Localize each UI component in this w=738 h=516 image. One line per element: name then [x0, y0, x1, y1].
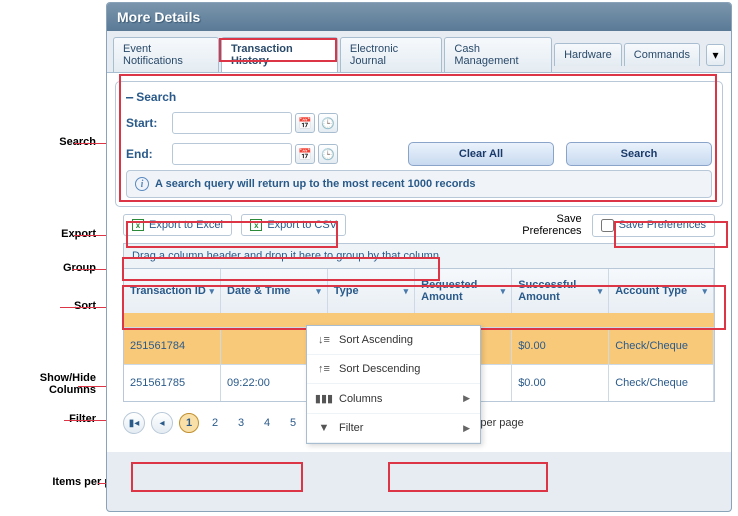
- pager-page-1[interactable]: 1: [179, 413, 199, 433]
- col-label: Type: [334, 285, 359, 297]
- export-excel-label: Export to Excel: [149, 219, 223, 231]
- col-type[interactable]: Type ▾: [328, 269, 415, 313]
- annot-group: Group: [63, 262, 96, 274]
- calendar-icon[interactable]: 📅: [295, 144, 315, 164]
- clock-icon[interactable]: 🕒: [318, 113, 338, 133]
- excel-icon: x: [132, 219, 144, 231]
- annot-sort: Sort: [74, 300, 96, 312]
- menu-label: Columns: [339, 393, 382, 405]
- cell-acct: Check/Cheque: [609, 364, 714, 401]
- search-button[interactable]: Search: [566, 142, 712, 166]
- tab-overflow-button[interactable]: ▾: [706, 44, 725, 66]
- search-legend[interactable]: –Search: [126, 90, 712, 104]
- clear-all-button[interactable]: Clear All: [408, 142, 554, 166]
- chevron-down-icon[interactable]: ▾: [210, 286, 215, 297]
- menu-sort-ascending[interactable]: ↓≡ Sort Ascending: [307, 326, 480, 355]
- chevron-down-icon[interactable]: ▾: [404, 286, 409, 297]
- menu-filter[interactable]: ▼ Filter ▶: [307, 414, 480, 443]
- cell-id: 251561785: [124, 364, 221, 401]
- end-label: End:: [126, 147, 172, 161]
- tab-commands[interactable]: Commands: [624, 43, 700, 66]
- csv-icon: x: [250, 219, 262, 231]
- col-requested-amount[interactable]: Requested Amount▾: [415, 269, 512, 313]
- chevron-down-icon[interactable]: ▾: [598, 286, 603, 297]
- column-menu: ↓≡ Sort Ascending ↑≡ Sort Descending ▮▮▮ Co…: [306, 325, 481, 444]
- col-date-time[interactable]: Date & Time ▾: [221, 269, 328, 313]
- col-label: Date & Time: [227, 285, 290, 297]
- col-successful-amount[interactable]: Successful Amount▾: [512, 269, 609, 313]
- col-account-type[interactable]: Account Type ▾: [609, 269, 714, 313]
- menu-label: Sort Descending: [339, 363, 420, 375]
- col-label: Successful Amount: [518, 279, 598, 303]
- export-csv-button[interactable]: x Export to CSV: [241, 214, 346, 236]
- submenu-arrow-icon: ▶: [463, 423, 470, 434]
- export-csv-label: Export to CSV: [267, 219, 337, 231]
- annot-export: Export: [61, 228, 96, 240]
- save-preferences-button[interactable]: Save Preferences: [592, 214, 715, 237]
- tab-event-notifications[interactable]: Event Notifications: [113, 37, 219, 72]
- annot-filter: Filter: [69, 413, 96, 425]
- tab-cash-management[interactable]: Cash Management: [444, 37, 552, 72]
- pager-page-5[interactable]: 5: [283, 413, 303, 433]
- tab-bar: Event Notifications Transaction History …: [107, 31, 731, 72]
- columns-icon: ▮▮▮: [317, 392, 331, 405]
- filter-icon: ▼: [317, 422, 331, 434]
- search-legend-text: Search: [136, 90, 176, 104]
- save-pref-label: Save Preferences: [522, 213, 581, 237]
- tab-electronic-journal[interactable]: Electronic Journal: [340, 37, 443, 72]
- pager-page-4[interactable]: 4: [257, 413, 277, 433]
- collapse-icon: –: [126, 90, 133, 104]
- annot-showhide: Show/Hide Columns: [40, 372, 96, 396]
- export-toolbar: x Export to Excel x Export to CSV Save Pre…: [115, 207, 723, 243]
- export-excel-button[interactable]: x Export to Excel: [123, 214, 232, 236]
- search-fieldset: –Search Start: 📅 🕒 End: 📅 🕒 Clear All Se…: [115, 81, 723, 207]
- info-bar: i A search query will return up to the m…: [126, 170, 712, 198]
- pager-first-button[interactable]: ▮◂: [123, 412, 145, 434]
- annot-search: Search: [59, 136, 96, 148]
- col-label: Account Type: [615, 285, 687, 297]
- grid-header: Transaction ID ▾ Date & Time ▾ Type ▾ Reque…: [124, 269, 714, 313]
- menu-label: Filter: [339, 422, 363, 434]
- col-transaction-id[interactable]: Transaction ID ▾: [124, 269, 221, 313]
- start-label: Start:: [126, 116, 172, 130]
- info-text: A search query will return up to the mos…: [155, 178, 476, 190]
- menu-label: Sort Ascending: [339, 334, 413, 346]
- col-label: Transaction ID: [130, 285, 206, 297]
- pager-prev-button[interactable]: ◂: [151, 412, 173, 434]
- calendar-icon[interactable]: 📅: [295, 113, 315, 133]
- menu-columns[interactable]: ▮▮▮ Columns ▶: [307, 384, 480, 414]
- end-input[interactable]: [172, 143, 292, 165]
- pager-page-3[interactable]: 3: [231, 413, 251, 433]
- info-icon: i: [135, 177, 149, 191]
- panel-title: More Details: [107, 3, 731, 31]
- menu-sort-descending[interactable]: ↑≡ Sort Descending: [307, 355, 480, 384]
- save-pref-btn-label: Save Preferences: [619, 219, 706, 231]
- tab-hardware[interactable]: Hardware: [554, 43, 622, 66]
- chevron-down-icon[interactable]: ▾: [501, 286, 506, 297]
- cell-suc: $0.00: [512, 364, 609, 401]
- sort-desc-icon: ↑≡: [317, 363, 331, 375]
- chevron-down-icon[interactable]: ▾: [702, 286, 707, 297]
- tab-transaction-history[interactable]: Transaction History: [221, 37, 338, 72]
- cell-suc: $0.00: [512, 327, 609, 364]
- submenu-arrow-icon: ▶: [463, 393, 470, 404]
- save-pref-checkbox[interactable]: [601, 219, 614, 232]
- chevron-down-icon[interactable]: ▾: [316, 286, 321, 297]
- col-label: Requested Amount: [421, 279, 501, 303]
- cell-id: 251561784: [124, 327, 221, 364]
- sort-asc-icon: ↓≡: [317, 334, 331, 346]
- pager-page-2[interactable]: 2: [205, 413, 225, 433]
- cell-acct: Check/Cheque: [609, 327, 714, 364]
- chevron-down-icon: ▾: [712, 48, 718, 62]
- start-input[interactable]: [172, 112, 292, 134]
- clock-icon[interactable]: 🕒: [318, 144, 338, 164]
- group-drop-zone[interactable]: Drag a column header and drop it here to…: [123, 243, 715, 269]
